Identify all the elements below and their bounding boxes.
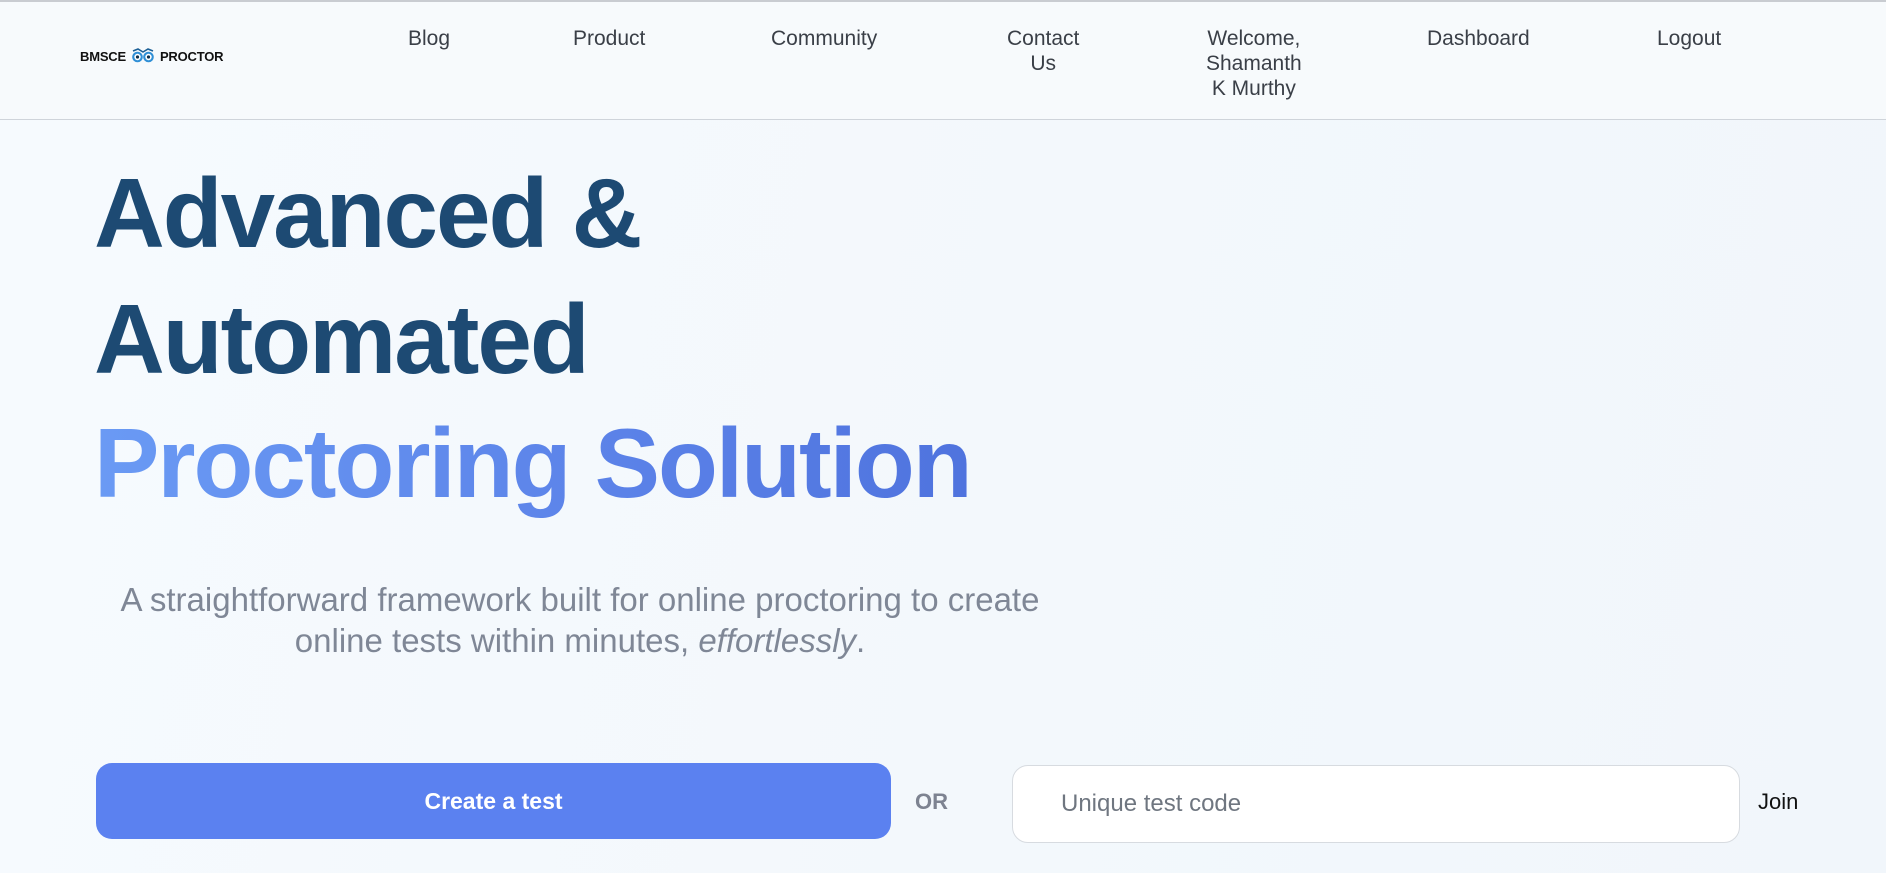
hero-subtitle-line1: A straightforward framework built for on… bbox=[120, 581, 1040, 618]
page: BMSCE PROCTOR Blog Product Community Con… bbox=[0, 0, 1886, 873]
hero-subtitle: A straightforward framework built for on… bbox=[100, 579, 1060, 661]
nav-welcome-user[interactable]: Welcome, Shamanth K Murthy bbox=[1206, 26, 1302, 101]
nav-contact-line2: Us bbox=[1030, 52, 1057, 75]
nav-welcome-line2: Shamanth bbox=[1206, 52, 1302, 75]
nav-contact-line1: Contact bbox=[1007, 27, 1080, 50]
nav-blog-link[interactable]: Blog bbox=[408, 26, 450, 51]
brand-logo[interactable]: BMSCE PROCTOR bbox=[80, 48, 224, 64]
hero-subtitle-line2-text: online tests within minutes, bbox=[294, 622, 699, 659]
hero-heading-line1: Advanced & bbox=[94, 158, 642, 268]
nav-product-link[interactable]: Product bbox=[573, 26, 645, 51]
nav-logout-link[interactable]: Logout bbox=[1657, 26, 1721, 51]
hero-subtitle-emphasis: effortlessly bbox=[698, 622, 857, 659]
create-test-button[interactable]: Create a test bbox=[96, 763, 891, 839]
nav-welcome-line1: Welcome, bbox=[1207, 27, 1301, 50]
owl-eyes-icon bbox=[130, 48, 156, 64]
join-button[interactable]: Join bbox=[1758, 789, 1798, 815]
nav-dashboard-link[interactable]: Dashboard bbox=[1427, 26, 1530, 51]
nav-welcome-line3: K Murthy bbox=[1211, 77, 1296, 100]
or-divider-label: OR bbox=[915, 789, 948, 814]
brand-left-text: BMSCE bbox=[80, 48, 126, 64]
hero-subtitle-line2: online tests within minutes, effortlessl… bbox=[100, 620, 1060, 661]
nav-community-link[interactable]: Community bbox=[771, 26, 877, 51]
hero-heading-line3: Proctoring Solution bbox=[94, 408, 973, 518]
nav-contact-link[interactable]: Contact Us bbox=[1007, 26, 1079, 76]
test-code-input[interactable] bbox=[1012, 765, 1740, 843]
brand-right-text: PROCTOR bbox=[159, 48, 224, 64]
top-navbar: BMSCE PROCTOR Blog Product Community Con… bbox=[0, 2, 1886, 120]
hero-heading-line2: Automated bbox=[94, 284, 590, 394]
hero-subtitle-period: . bbox=[856, 622, 866, 659]
